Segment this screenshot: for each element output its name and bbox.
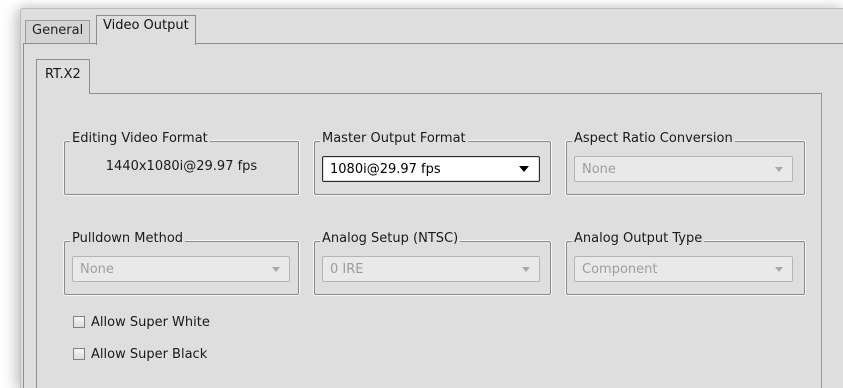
allow-super-white-checkbox[interactable]: [73, 316, 85, 328]
pulldown-method-group: Pulldown Method None: [63, 231, 300, 296]
analog-output-type-title: Analog Output Type: [572, 231, 705, 247]
aspect-ratio-conversion-title: Aspect Ratio Conversion: [572, 131, 735, 147]
analog-setup-title: Analog Setup (NTSC): [320, 231, 461, 247]
master-output-format-group: Master Output Format 1080i@29.97 fps: [313, 131, 552, 196]
tab-rtx2[interactable]: RT.X2: [36, 59, 90, 94]
tab-rtx2-label: RT.X2: [45, 67, 81, 82]
allow-super-white-label: Allow Super White: [91, 314, 210, 330]
master-output-format-select[interactable]: 1080i@29.97 fps: [322, 156, 540, 182]
editing-video-format-group: Editing Video Format 1440x1080i@29.97 fp…: [63, 131, 300, 196]
allow-super-black-option[interactable]: Allow Super Black: [73, 345, 207, 363]
aspect-ratio-conversion-group: Aspect Ratio Conversion None: [565, 131, 806, 196]
screenshot-stage: General Video Output RT.X2 Editing Video…: [0, 0, 843, 388]
tab-video-output[interactable]: Video Output: [96, 15, 196, 45]
dropdown-arrow-icon: [519, 166, 529, 172]
dropdown-arrow-icon: [775, 267, 783, 272]
tab-video-output-label: Video Output: [103, 18, 189, 33]
dropdown-arrow-icon: [775, 167, 783, 172]
pulldown-method-value: None: [80, 262, 114, 277]
dropdown-arrow-icon: [272, 267, 280, 272]
settings-dialog: General Video Output RT.X2 Editing Video…: [20, 8, 843, 388]
analog-setup-group: Analog Setup (NTSC) 0 IRE: [313, 231, 552, 296]
analog-output-type-select[interactable]: Component: [574, 256, 793, 282]
analog-setup-value: 0 IRE: [330, 262, 364, 277]
analog-output-type-value: Component: [582, 262, 658, 277]
allow-super-black-label: Allow Super Black: [91, 346, 208, 362]
rtx2-panel: Editing Video Format 1440x1080i@29.97 fp…: [36, 93, 822, 388]
allow-super-white-option[interactable]: Allow Super White: [73, 313, 210, 331]
aspect-ratio-conversion-value: None: [582, 162, 616, 177]
editing-video-format-title: Editing Video Format: [70, 131, 210, 147]
aspect-ratio-conversion-select[interactable]: None: [574, 156, 793, 182]
dropdown-arrow-icon: [522, 267, 530, 272]
allow-super-black-checkbox[interactable]: [73, 348, 85, 360]
pulldown-method-title: Pulldown Method: [70, 231, 186, 247]
editing-video-format-value: 1440x1080i@29.97 fps: [105, 159, 258, 174]
master-output-format-value: 1080i@29.97 fps: [330, 162, 441, 177]
analog-setup-select[interactable]: 0 IRE: [322, 256, 540, 282]
master-output-format-title: Master Output Format: [320, 131, 468, 147]
tab-general[interactable]: General: [25, 20, 91, 43]
tab-general-label: General: [32, 23, 84, 38]
analog-output-type-group: Analog Output Type Component: [565, 231, 806, 296]
pulldown-method-select[interactable]: None: [72, 256, 290, 282]
